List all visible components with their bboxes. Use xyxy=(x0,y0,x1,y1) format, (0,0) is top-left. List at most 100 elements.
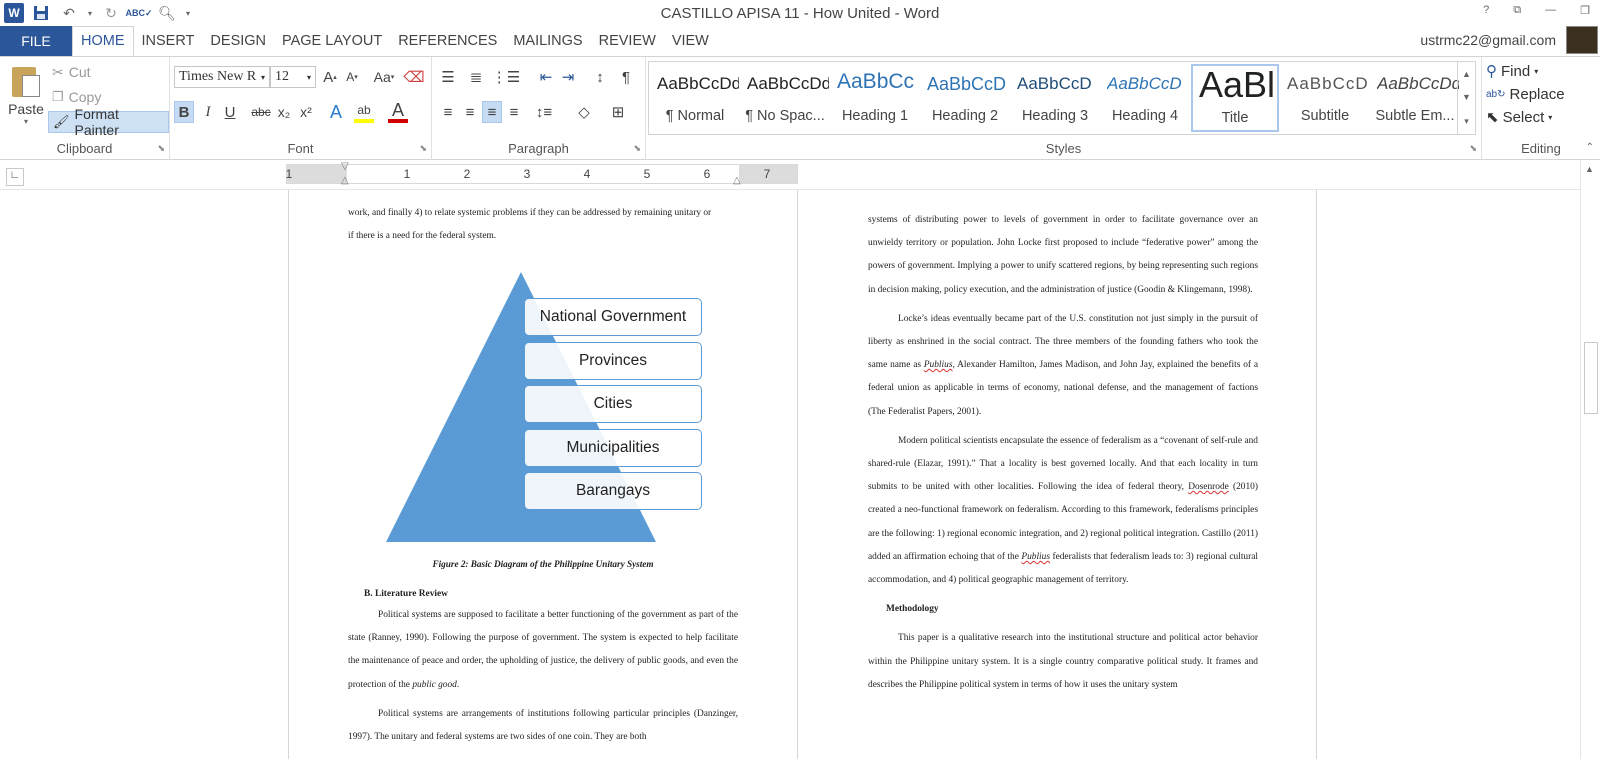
borders-icon[interactable]: ⊞ xyxy=(608,101,628,123)
copy-button[interactable]: ❐ Copy xyxy=(48,86,105,108)
paste-icon xyxy=(10,63,42,99)
ribbon: Paste ▾ ✂ Cut ❐ Copy 🖌︎ Format Painter C… xyxy=(0,56,1600,160)
clipboard-launcher-icon[interactable]: ⬊ xyxy=(157,143,165,154)
style-preview: AaBbCc xyxy=(837,70,915,93)
show-formatting-icon[interactable]: ¶ xyxy=(616,66,636,88)
tab-references[interactable]: REFERENCES xyxy=(390,26,505,56)
first-line-indent-marker[interactable]: ▽ xyxy=(341,161,349,172)
style-heading-1[interactable]: AaBbCc Heading 1 xyxy=(831,64,919,132)
tab-design[interactable]: DESIGN xyxy=(202,26,274,56)
style-subtitle[interactable]: AaBbCcD Subtitle xyxy=(1281,64,1369,132)
tab-insert[interactable]: INSERT xyxy=(134,26,203,56)
style-heading-3[interactable]: AaBbCcD Heading 3 xyxy=(1011,64,1099,132)
copy-icon: ❐ xyxy=(52,89,64,104)
scroll-down-icon[interactable]: ▼ xyxy=(1462,92,1471,102)
chevron-down-icon: ▾ xyxy=(260,72,265,82)
tab-home[interactable]: HOME xyxy=(72,26,134,56)
find-button[interactable]: ⚲ Find ▾ xyxy=(1486,60,1538,82)
bullets-icon[interactable]: ☰ xyxy=(438,66,458,88)
tab-selector[interactable]: ∟ xyxy=(6,168,24,186)
styles-launcher-icon[interactable]: ⬊ xyxy=(1469,143,1477,154)
sort-icon[interactable]: ↕ xyxy=(590,66,610,88)
style-name: ¶ No Spac... xyxy=(745,108,825,124)
user-account[interactable]: ustrmc22@gmail.com xyxy=(1420,32,1556,48)
diagram-level-national: National Government xyxy=(524,298,702,336)
style-subtle-emphasis[interactable]: AaBbCcDd Subtle Em... xyxy=(1371,64,1460,132)
format-painter-button[interactable]: 🖌︎ Format Painter xyxy=(48,106,169,138)
shading-icon[interactable]: ◇ xyxy=(574,101,594,123)
align-left-icon[interactable]: ≡ xyxy=(438,101,458,123)
font-name-dropdown[interactable]: Times New R ▾ xyxy=(174,66,270,88)
paste-button[interactable]: Paste ▾ xyxy=(6,61,46,133)
underline-button[interactable]: U xyxy=(220,101,240,123)
tab-mailings[interactable]: MAILINGS xyxy=(505,26,590,56)
tab-view[interactable]: VIEW xyxy=(664,26,717,56)
multilevel-list-icon[interactable]: ⋮☰ xyxy=(492,66,520,88)
help-icon[interactable]: ? xyxy=(1483,4,1489,17)
bold-button[interactable]: B xyxy=(174,101,194,123)
change-case-icon[interactable]: Aa ▾ xyxy=(370,66,398,88)
style-no-spacing[interactable]: AaBbCcDd ¶ No Spac... xyxy=(741,64,829,132)
ruler-area: ∟ 1 1 2 3 4 5 6 7 ▽ △ △ xyxy=(0,160,1600,190)
align-right-icon[interactable]: ≡ xyxy=(482,101,502,123)
line-spacing-icon[interactable]: ↕≡ xyxy=(534,101,554,123)
vertical-scrollbar[interactable]: ▲ xyxy=(1580,160,1600,759)
ribbon-tabs: FILE HOME INSERT DESIGN PAGE LAYOUT REFE… xyxy=(0,26,1600,56)
avatar[interactable] xyxy=(1566,26,1598,54)
horizontal-ruler[interactable]: 1 1 2 3 4 5 6 7 ▽ △ △ xyxy=(286,161,798,186)
style-normal[interactable]: AaBbCcDd ¶ Normal xyxy=(651,64,739,132)
select-label: Select xyxy=(1502,108,1545,126)
subscript-button[interactable]: x₂ xyxy=(274,101,294,123)
style-name: Heading 3 xyxy=(1021,108,1089,124)
clear-formatting-icon[interactable]: ⌫ xyxy=(403,66,424,88)
shrink-font-icon[interactable]: A ▾ xyxy=(342,66,362,88)
collapse-ribbon-icon[interactable]: ⌃ xyxy=(1586,142,1594,153)
chevron-down-icon: ▾ xyxy=(306,72,311,82)
title-bar: W ↶ ▾ ↻ ABC✓ 🔍︎ ▾ CASTILLO APISA 11 - Ho… xyxy=(0,0,1600,26)
font-group: Times New R ▾ 12 ▾ A ▴ A ▾ Aa ▾ ⌫ B I U abc… xyxy=(170,57,432,160)
style-name: Subtitle xyxy=(1300,108,1350,124)
replace-button[interactable]: ab↻ Replace xyxy=(1486,83,1565,105)
hanging-indent-marker[interactable]: △ xyxy=(341,175,349,186)
scrollbar-thumb[interactable] xyxy=(1584,342,1598,414)
align-center-icon[interactable]: ≡ xyxy=(460,101,480,123)
scroll-up-icon[interactable]: ▲ xyxy=(1462,69,1471,79)
select-button[interactable]: ⬉ Select ▾ xyxy=(1486,106,1552,128)
strikethrough-button[interactable]: abc xyxy=(248,101,274,123)
decrease-indent-icon[interactable]: ⇤ xyxy=(536,66,556,88)
italic-button[interactable]: I xyxy=(198,101,218,123)
style-heading-2[interactable]: AaBbCcD Heading 2 xyxy=(921,64,1009,132)
font-launcher-icon[interactable]: ⬊ xyxy=(419,143,427,154)
tab-review[interactable]: REVIEW xyxy=(591,26,664,56)
scroll-up-icon[interactable]: ▲ xyxy=(1585,164,1594,174)
style-heading-4[interactable]: AaBbCcD Heading 4 xyxy=(1101,64,1189,132)
binoculars-icon: ⚲ xyxy=(1486,63,1497,80)
numbering-icon[interactable]: ≣ xyxy=(466,66,486,88)
unitary-system-diagram: National Government Provinces Cities Mun… xyxy=(386,272,708,542)
increase-indent-icon[interactable]: ⇥ xyxy=(558,66,578,88)
text-effects-icon[interactable]: A xyxy=(326,101,346,123)
styles-gallery-scroll[interactable]: ▲ ▼ ▾ xyxy=(1457,62,1475,134)
tab-page-layout[interactable]: PAGE LAYOUT xyxy=(274,26,390,56)
right-indent-marker[interactable]: △ xyxy=(733,175,741,186)
styles-group-label: Styles xyxy=(1045,141,1082,156)
cut-button[interactable]: ✂ Cut xyxy=(48,61,95,83)
restore-icon[interactable]: ❐ xyxy=(1580,4,1590,17)
superscript-button[interactable]: x² xyxy=(296,101,316,123)
justify-icon[interactable]: ≡ xyxy=(504,101,524,123)
document-canvas[interactable]: work, and finally 4) to relate systemic … xyxy=(0,190,1580,759)
more-styles-icon[interactable]: ▾ xyxy=(1464,116,1469,127)
minimize-icon[interactable]: — xyxy=(1545,4,1556,17)
style-preview: AaBbCcD xyxy=(1107,74,1182,93)
style-preview: AaBbCcD xyxy=(1287,74,1369,93)
grow-font-icon[interactable]: A ▴ xyxy=(320,66,340,88)
font-size-dropdown[interactable]: 12 ▾ xyxy=(270,66,316,88)
style-title[interactable]: AaBl Title xyxy=(1191,64,1279,132)
clipboard-group-label: Clipboard xyxy=(56,141,113,156)
paragraph-launcher-icon[interactable]: ⬊ xyxy=(633,143,641,154)
tab-file[interactable]: FILE xyxy=(0,26,72,56)
highlight-icon[interactable]: ab xyxy=(354,101,374,123)
ribbon-display-icon[interactable]: ⧉ xyxy=(1513,4,1521,17)
font-color-icon[interactable]: A xyxy=(388,100,408,123)
diagram-level-municipalities: Municipalities xyxy=(524,429,702,467)
